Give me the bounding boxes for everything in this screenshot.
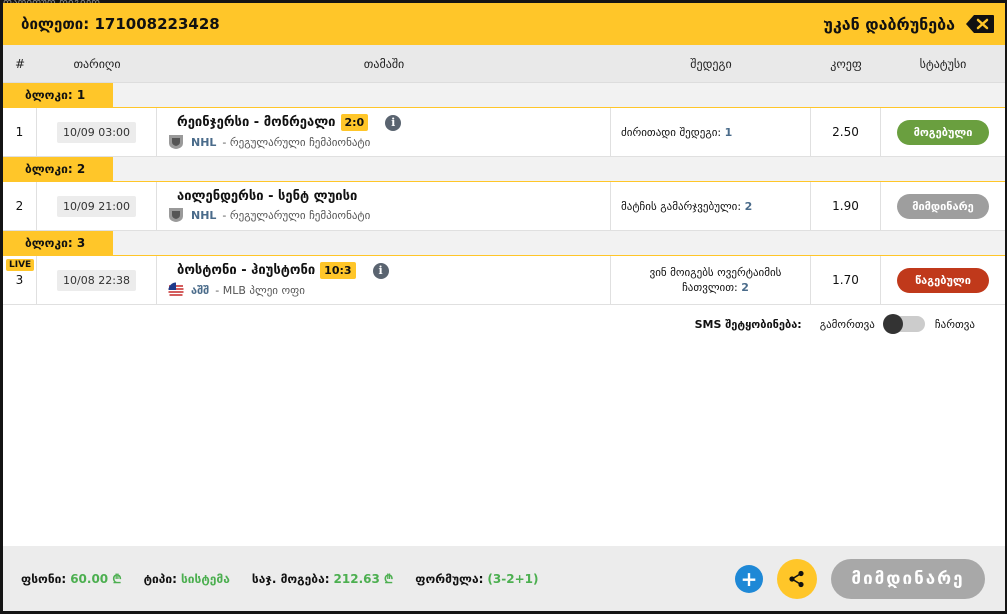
row-result: ძირითადი შედეგი: 1	[611, 108, 811, 156]
type-info: ტიპი: სისტემა	[144, 572, 230, 586]
row-num: 1	[3, 108, 37, 156]
row-game: რეინჯერსი - მონრეალი 2:0 i NHL - რეგულარ…	[157, 108, 611, 156]
stake-label: ფსონი:	[21, 572, 67, 586]
block-label: ბლოკი: 3	[3, 231, 113, 255]
result-value: 1	[724, 125, 733, 139]
info-icon[interactable]: i	[372, 262, 389, 279]
type-value: სისტემა	[180, 571, 230, 586]
ticket-id: 171008223428	[94, 15, 220, 33]
toggle-knob	[882, 314, 903, 334]
row-date: 10/08 22:38	[57, 269, 136, 291]
block-header: ბლოკი: 2	[3, 157, 1005, 182]
block-label: ბლოკი: 1	[3, 83, 113, 107]
stake-info: ფსონი: 60.00 ₾	[21, 570, 122, 587]
max-win-value: 212.63 ₾	[333, 572, 394, 586]
row-date: 10/09 03:00	[57, 121, 136, 143]
formula-value: (3-2+1)	[487, 571, 539, 586]
league-name: NHL	[191, 135, 217, 149]
ticket-footer: ფსონი: 60.00 ₾ ტიპი: სისტემა საჯ. მოგება: 2…	[3, 546, 1005, 611]
result-value: 2	[741, 281, 749, 294]
share-button[interactable]	[777, 558, 817, 599]
row-result: ვინ მოიგებს ოვერტაიმის ჩათვლით: 2	[611, 256, 811, 304]
match-score: 10:3	[320, 262, 356, 279]
row-game: აილენდერსი - სენტ ლუისი NHL - რეგულარული…	[157, 182, 611, 230]
sms-off-label: გამორთვა	[819, 317, 875, 331]
col-coef: კოეფ	[830, 56, 862, 71]
add-button[interactable]: +	[735, 564, 763, 593]
ticket-state-button[interactable]: მიმდინარე	[831, 558, 985, 599]
table-header: # თარიღი თამაში შედეგი კოეფ სტატუსი	[3, 45, 1005, 83]
ticket-title: ბილეთი: 171008223428	[21, 15, 220, 33]
table-row: LIVE 3 10/08 22:38 ბოსტონი - ჰიუსტონი 10…	[3, 256, 1005, 305]
col-game: თამაში	[363, 56, 405, 71]
max-win-label: საჯ. მოგება:	[251, 572, 330, 586]
result-label: ვინ მოიგებს ოვერტაიმის ჩათვლით:	[649, 266, 782, 294]
status-badge: წაგებული	[897, 267, 989, 293]
formula-info: ფორმულა: (3-2+1)	[415, 572, 538, 586]
max-win-info: საჯ. მოგება: 212.63 ₾	[252, 570, 393, 587]
back-label: უკან დაბრუნება	[823, 14, 955, 34]
live-badge: LIVE	[6, 259, 35, 271]
row-result: მატჩის გამარჯვებული: 2	[611, 182, 811, 230]
type-label: ტიპი:	[143, 571, 177, 586]
match-teams[interactable]: აილენდერსი - სენტ ლუისი	[177, 189, 357, 204]
row-game: ბოსტონი - ჰიუსტონი 10:3 i აშშ - MLB პლეი…	[157, 256, 611, 304]
col-date: თარიღი	[73, 56, 121, 71]
match-teams[interactable]: რეინჯერსი - მონრეალი	[177, 115, 336, 130]
match-score: 2:0	[340, 114, 369, 131]
status-badge: მოგებული	[897, 119, 989, 145]
league-name: NHL	[191, 208, 217, 222]
usa-flag-icon	[168, 282, 184, 298]
stake-value: 60.00 ₾	[70, 572, 122, 586]
modal-header: ბილეთი: 171008223428 უკან დაბრუნება	[3, 3, 1005, 45]
league-desc: - MLB პლეი ოფი	[215, 283, 305, 297]
status-badge: მიმდინარე	[897, 193, 989, 219]
sms-label: SMS შეტყობინება:	[694, 317, 802, 331]
league-desc: - რეგულარული ჩემპიონატი	[222, 208, 371, 222]
row-coef: 2.50	[811, 108, 881, 156]
sms-toggle[interactable]	[882, 314, 925, 334]
nhl-shield-icon	[169, 208, 183, 222]
league-desc: - რეგულარული ჩემპიონატი	[222, 135, 371, 149]
match-teams[interactable]: ბოსტონი - ჰიუსტონი	[177, 263, 315, 278]
formula-label: ფორმულა:	[415, 571, 484, 586]
row-coef: 1.90	[811, 182, 881, 230]
ticket-modal: ბილეთი: 171008223428 უკან დაბრუნება # თა…	[3, 3, 1005, 611]
nhl-shield-icon	[169, 135, 183, 149]
row-date: 10/09 21:00	[57, 195, 136, 217]
result-value: 2	[744, 199, 753, 213]
block-label: ბლოკი: 2	[3, 157, 113, 181]
row-coef: 1.70	[811, 256, 881, 304]
row-num: 2	[3, 182, 37, 230]
ticket-label: ბილეთი:	[21, 15, 90, 33]
share-icon	[789, 570, 804, 587]
table-row: 1 10/09 03:00 რეინჯერსი - მონრეალი 2:0 i…	[3, 108, 1005, 157]
col-result: შედეგი	[690, 56, 732, 71]
block-header: ბლოკი: 1	[3, 83, 1005, 108]
col-status: სტატუსი	[919, 56, 967, 71]
backspace-icon	[966, 15, 994, 33]
sms-settings: SMS შეტყობინება: გამორთვა ჩართვა	[3, 305, 1005, 343]
info-icon[interactable]: i	[385, 114, 402, 131]
league-name: აშშ	[191, 283, 210, 297]
block-header: ბლოკი: 3	[3, 231, 1005, 256]
footer-actions: + მიმდინარე	[735, 546, 985, 611]
sms-on-label: ჩართვა	[934, 317, 975, 331]
col-num: #	[14, 56, 26, 71]
table-row: 2 10/09 21:00 აილენდერსი - სენტ ლუისი NH…	[3, 182, 1005, 231]
result-label: მატჩის გამარჯვებული:	[621, 199, 742, 213]
back-button[interactable]: უკან დაბრუნება	[823, 14, 995, 34]
result-label: ძირითადი შედეგი:	[621, 125, 722, 139]
